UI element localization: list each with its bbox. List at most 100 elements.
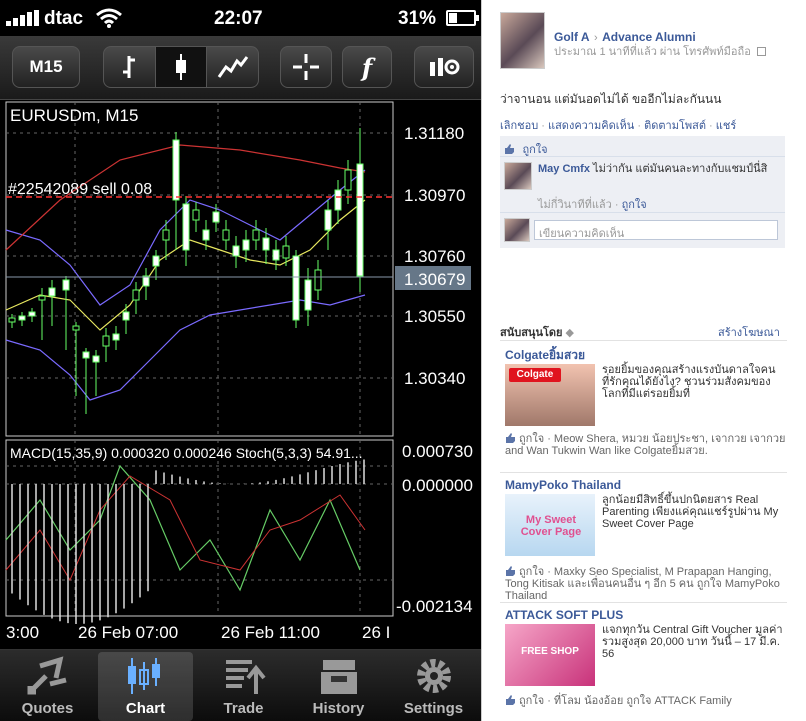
comment-link[interactable]: แสดงความคิดเห็น bbox=[548, 120, 634, 132]
post-actions: เลิกชอบ · แสดงความคิดเห็น · ติดตามโพสต์ … bbox=[500, 120, 737, 132]
tab-quotes[interactable]: Quotes bbox=[0, 650, 95, 721]
tab-trade[interactable]: Trade bbox=[196, 650, 291, 721]
tab-settings[interactable]: Settings bbox=[386, 650, 481, 721]
candlestick-button[interactable] bbox=[155, 47, 208, 87]
sponsored-icon: ◆ bbox=[565, 327, 574, 339]
ad-body: รอยยิ้มของคุณสร้างแรงบันดาลใจคนที่รักคุณ… bbox=[602, 364, 776, 400]
candle-body bbox=[304, 279, 312, 311]
comment-meta: ไม่กี่วินาทีที่แล้ว · ถูกใจ bbox=[538, 199, 647, 211]
candle-body bbox=[182, 203, 190, 251]
price-axis: 1.31180 1.30970 1.30760 1.30679 1.30550 … bbox=[395, 124, 471, 388]
post-author-avatar[interactable] bbox=[500, 12, 545, 69]
bar-chart-button[interactable] bbox=[104, 47, 156, 87]
divider bbox=[500, 156, 785, 157]
ad-title[interactable]: ATTACK SOFT PLUS bbox=[505, 608, 623, 622]
main-panel-border bbox=[5, 101, 394, 437]
ad-title[interactable]: MamyPoko Thailand bbox=[505, 478, 621, 492]
comment-timestamp: ไม่กี่วินาทีที่แล้ว bbox=[538, 199, 612, 211]
post-meta: ประมาณ 1 นาทีที่แล้ว ผ่าน โทรศัพท์มือถือ bbox=[554, 42, 804, 60]
timeframe-label: M15 bbox=[29, 57, 63, 76]
ad-image-text: My Sweet Cover Page bbox=[520, 514, 582, 538]
ad-image-attack[interactable]: FREE SHOP bbox=[505, 624, 595, 686]
ad-social-text: ถูกใจ · ที่โลม น้องอ้อย ถูกใจ ATTACK Fam… bbox=[519, 695, 732, 707]
battery-icon bbox=[446, 10, 479, 26]
candle-body bbox=[192, 209, 200, 221]
sponsored-label: สนับสนุนโดย ◆ bbox=[500, 323, 574, 341]
carrier-name: dtac bbox=[44, 8, 84, 29]
thumbs-up-icon bbox=[506, 433, 515, 443]
time-tick: 26 Feb 07:00 bbox=[78, 623, 178, 642]
ad-body: แจกทุกวัน Central Gift Voucher มูลค่ารวม… bbox=[602, 624, 783, 660]
candle-body bbox=[232, 245, 240, 257]
candle-body bbox=[8, 317, 16, 323]
tab-history[interactable]: History bbox=[291, 650, 386, 721]
battery-fill bbox=[449, 13, 458, 23]
macd-tick: -0.002134 bbox=[396, 597, 473, 616]
candle-body bbox=[252, 229, 260, 241]
indicators-button[interactable]: f bbox=[342, 46, 392, 88]
commenter-name[interactable]: May Cmfx bbox=[538, 163, 590, 175]
divider bbox=[500, 340, 787, 341]
share-link[interactable]: แชร์ bbox=[716, 120, 736, 132]
divider bbox=[500, 212, 785, 213]
indicator-icon: f bbox=[361, 52, 373, 82]
post-text: ว่าจานอน แต่มันอดไม่ได้ ขออีกไม่ละกันนน bbox=[500, 92, 722, 106]
candle-body bbox=[152, 255, 160, 267]
symbol-label: EURUSDm, M15 bbox=[10, 106, 138, 125]
battery-percentage: 31% bbox=[398, 8, 437, 29]
settings-gear-icon bbox=[416, 659, 451, 693]
comment-like-link[interactable]: ถูกใจ bbox=[622, 199, 647, 211]
candle-body bbox=[132, 289, 140, 301]
thumbs-up-icon bbox=[506, 566, 515, 576]
price-chart[interactable]: EURUSDm, M15 #22542089 sell 0.08 1.31180… bbox=[0, 100, 481, 649]
ad-image-colgate[interactable]: Colgate bbox=[505, 364, 595, 426]
tab-chart[interactable]: Chart bbox=[98, 652, 193, 721]
metatrader-app: dtac 22:07 31% M15 f EURUSDm, M15 #22542… bbox=[0, 0, 481, 721]
chart-canvas[interactable]: EURUSDm, M15 #22542089 sell 0.08 1.31180… bbox=[0, 100, 481, 649]
ad-social-line: ถูกใจ · ที่โลม น้องอ้อย ถูกใจ ATTACK Fam… bbox=[505, 695, 787, 707]
candle-body bbox=[162, 229, 170, 241]
time-axis: 3:00 26 Feb 07:00 26 Feb 11:00 26 I bbox=[6, 623, 390, 642]
ad-image-mamypoko[interactable]: My Sweet Cover Page bbox=[505, 494, 595, 556]
chart-grid bbox=[6, 102, 393, 616]
candle-body bbox=[72, 325, 80, 331]
divider bbox=[500, 602, 787, 603]
timeframe-button[interactable]: M15 bbox=[12, 46, 80, 88]
candle-body bbox=[28, 311, 36, 317]
candle-body bbox=[122, 311, 130, 321]
chart-settings-button[interactable] bbox=[414, 46, 474, 88]
ad-social-line: ถูกใจ · Maxky Seo Specialist, M Prapapan… bbox=[505, 566, 787, 602]
ad-body: ลูกน้อยมีสิทธิ์ขึ้นปกนิตยสาร Real Parent… bbox=[602, 494, 779, 530]
settings-icon bbox=[430, 58, 460, 76]
create-ad-link[interactable]: สร้างโฆษณา bbox=[718, 323, 780, 341]
post-timestamp[interactable]: ประมาณ 1 นาทีที่แล้ว ผ่าน โทรศัพท์มือถือ bbox=[554, 46, 751, 58]
colgate-logo: Colgate bbox=[509, 368, 561, 382]
follow-post-link[interactable]: ติดตามโพสต์ bbox=[644, 120, 706, 132]
candle-body bbox=[202, 229, 210, 241]
stochastic-main bbox=[5, 464, 361, 592]
line-chart-button[interactable] bbox=[207, 47, 258, 87]
comment-input[interactable]: เขียนความคิดเห็น bbox=[534, 220, 778, 240]
commenter-avatar[interactable] bbox=[504, 162, 532, 190]
quotes-icon bbox=[27, 656, 67, 695]
candle-body bbox=[344, 169, 352, 191]
crosshair-button[interactable] bbox=[280, 46, 332, 88]
ad-title[interactable]: Colgateยิ้มสวย bbox=[505, 346, 585, 365]
comment: May Cmfx ไม่ว่ากัน แต่มันคนละทางกับแชมป์… bbox=[538, 163, 768, 176]
candle-body bbox=[92, 355, 100, 363]
order-label: #22542089 sell 0.08 bbox=[8, 181, 152, 198]
price-tick: 1.30340 bbox=[404, 369, 465, 388]
candle-body bbox=[38, 295, 46, 301]
ad-social-text: ถูกใจ · Maxky Seo Specialist, M Prapapan… bbox=[505, 566, 780, 602]
time-tick: 3:00 bbox=[6, 623, 39, 642]
tab-label: Quotes bbox=[21, 700, 74, 717]
candle-body bbox=[18, 315, 26, 321]
candle-body bbox=[292, 255, 300, 321]
candle-body bbox=[102, 335, 110, 347]
tab-label: Settings bbox=[403, 700, 464, 717]
time-tick: 26 Feb 11:00 bbox=[221, 623, 320, 642]
macd-axis: 0.000730 0.000000 -0.002134 bbox=[396, 442, 473, 616]
current-price: 1.30679 bbox=[404, 270, 465, 289]
unlike-link[interactable]: เลิกชอบ bbox=[500, 120, 538, 132]
like-count[interactable]: ถูกใจ bbox=[522, 144, 547, 156]
